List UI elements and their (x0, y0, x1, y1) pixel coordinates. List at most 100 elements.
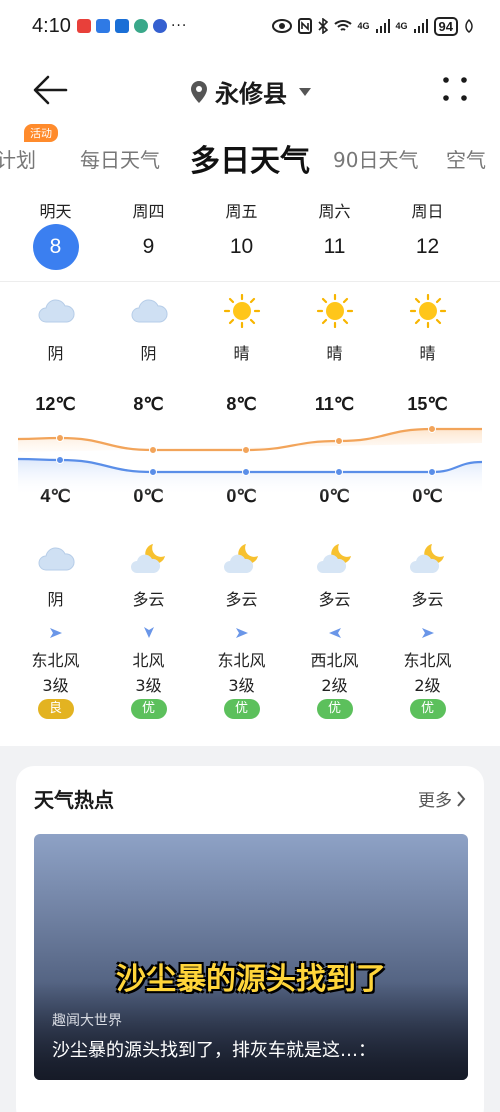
day-name: 周六 (318, 202, 351, 221)
low-temp-point (56, 456, 64, 464)
aqi-badge: 优 (316, 699, 353, 719)
aqi-badge: 良 (37, 699, 74, 719)
section-title: 天气热点 (34, 788, 114, 812)
date-number: 11 (323, 235, 346, 258)
moon-cloud-icon (315, 542, 355, 576)
chevron-right-icon (457, 790, 466, 807)
date-number: 8 (32, 224, 79, 270)
day-name: 周日 (411, 202, 444, 221)
tab-bar: 活动 计划 每日天气 多日天气 90日天气 空气 (0, 122, 500, 182)
status-bar: 4:10 ··· 4G 4G 94 (0, 0, 500, 52)
moon-cloud-icon (222, 542, 262, 576)
low-temp-point (335, 468, 343, 476)
high-temp: 8℃ (226, 394, 257, 414)
wind-direction: 东北风 (217, 651, 266, 670)
high-temp-point (242, 446, 250, 454)
date-number: 10 (229, 235, 254, 258)
signal-icon (413, 19, 428, 33)
system-icons: 4G 4G 94 (271, 16, 475, 36)
day-weather: 晴 (233, 344, 250, 363)
wind-level: 3级 (228, 676, 255, 695)
wind-direction-icon (235, 628, 248, 638)
app-notification-icon (114, 19, 129, 33)
news-item[interactable]: 沙尘暴的源头找到了 趣闻大世界 沙尘暴的源头找到了，排灰车就是这…： (34, 834, 468, 1080)
eye-icon (271, 19, 292, 33)
caret-down-icon (299, 87, 311, 96)
low-temp-point (149, 468, 157, 476)
cloud-icon (36, 542, 76, 576)
night-weather: 多云 (225, 590, 258, 609)
wind-level: 3级 (42, 676, 69, 695)
day-weather: 晴 (419, 344, 436, 363)
sun-icon (315, 293, 355, 329)
night-weather: 多云 (132, 590, 165, 609)
date-number: 12 (415, 235, 440, 258)
day-weather: 阴 (47, 344, 64, 363)
wind-direction: 西北风 (310, 651, 359, 670)
night-weather: 多云 (318, 590, 351, 609)
moon-cloud-icon (129, 542, 169, 576)
night-weather: 多云 (411, 590, 444, 609)
aqi-badge: 优 (130, 699, 167, 719)
day-weather: 晴 (326, 344, 343, 363)
sun-icon (222, 293, 262, 329)
tab-multi-day-weather[interactable]: 多日天气 (190, 136, 310, 180)
tab-90-day-weather[interactable]: 90日天气 (333, 144, 418, 173)
app-notification-icon (76, 19, 91, 33)
aqi-badge: 优 (223, 699, 260, 719)
location-pin-icon (191, 80, 207, 103)
header: 永修县 (0, 62, 500, 118)
app-notification-icon (133, 19, 148, 33)
more-link[interactable]: 更多 (418, 786, 466, 811)
wind-direction-icon (328, 628, 341, 638)
wind-direction: 东北风 (403, 651, 452, 670)
night-weather: 阴 (47, 590, 64, 609)
day-weather: 阴 (140, 344, 157, 363)
network-4g-label: 4G (395, 21, 408, 31)
more-label: 更多 (418, 791, 452, 811)
wind-direction-icon (49, 628, 62, 638)
date-number: 9 (142, 235, 155, 258)
wind-direction-icon (143, 627, 154, 638)
high-temp-point (149, 446, 157, 454)
high-temp: 8℃ (133, 394, 164, 414)
low-temp-point (242, 468, 250, 476)
high-temp: 12℃ (35, 394, 76, 414)
low-temp-point (428, 468, 436, 476)
more-notifications-icon: ··· (170, 18, 188, 34)
high-temp: 15℃ (407, 394, 448, 414)
weather-hot-card: 天气热点 更多 沙尘暴的源头找到了 趣闻大世界 沙尘暴的源头找到了，排灰车就是这… (16, 766, 484, 1112)
wind-direction: 北风 (132, 651, 165, 670)
day-name: 周五 (225, 202, 258, 221)
news-title: 沙尘暴的源头找到了，排灰车就是这…： (52, 1040, 376, 1061)
high-temp-point (335, 437, 343, 445)
tab-air[interactable]: 空气 (446, 144, 486, 173)
day-name: 明天 (39, 202, 72, 221)
divider (0, 281, 500, 282)
bluetooth-icon (317, 18, 328, 34)
news-source: 趣闻大世界 (52, 1013, 122, 1029)
high-temp-point (56, 434, 64, 442)
app-notification-icon (95, 19, 110, 33)
cloud-icon (129, 294, 169, 328)
wind-level: 2级 (414, 676, 441, 695)
low-temp-area (18, 459, 482, 496)
news-image-caption: 沙尘暴的源头找到了 (116, 962, 386, 997)
wind-direction: 东北风 (31, 651, 80, 670)
more-options-icon[interactable] (440, 74, 470, 104)
high-temp: 11℃ (314, 394, 355, 414)
moon-cloud-icon (408, 542, 448, 576)
tab-plan[interactable]: 计划 (0, 144, 36, 173)
location-name: 永修县 (215, 80, 287, 108)
status-time: 4:10 (32, 14, 71, 37)
wind-direction-icon (421, 628, 434, 638)
battery-indicator: 94 (433, 16, 458, 36)
tab-daily-weather[interactable]: 每日天气 (80, 144, 160, 173)
notification-icons (76, 19, 167, 33)
wind-level: 3级 (135, 676, 162, 695)
day-name: 周四 (132, 202, 165, 221)
activity-badge: 活动 (24, 124, 58, 142)
nfc-icon (297, 18, 312, 34)
leaf-icon (465, 19, 473, 33)
location-selector[interactable]: 永修县 (0, 74, 500, 109)
